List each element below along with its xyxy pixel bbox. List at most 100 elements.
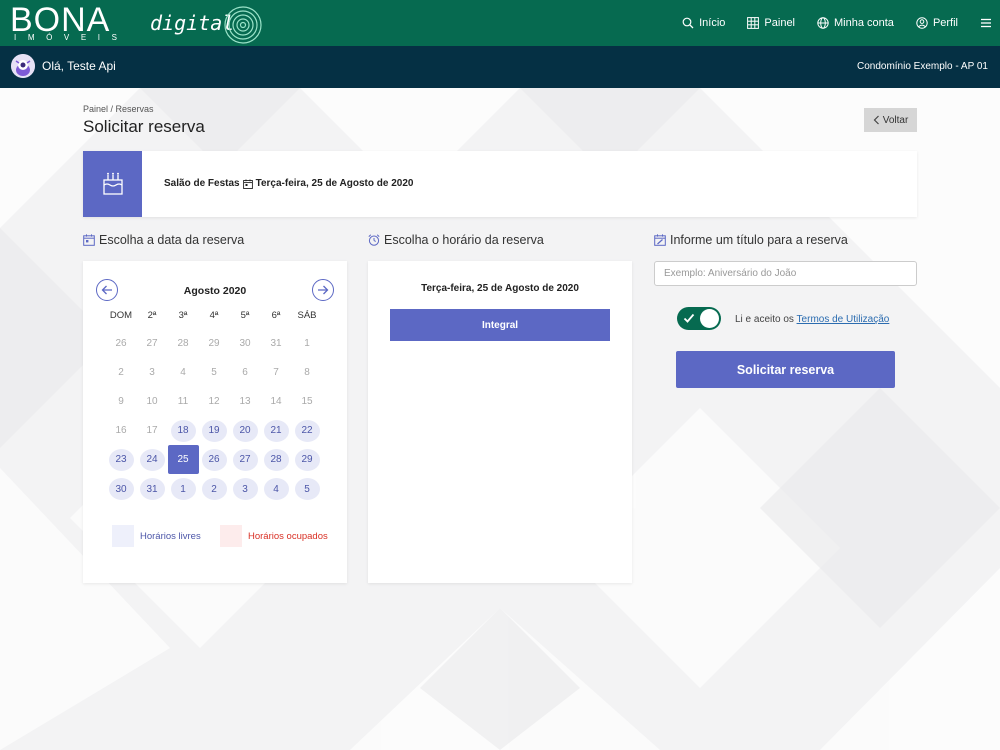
alarm-clock-icon bbox=[368, 234, 380, 246]
summary-icon-box bbox=[83, 151, 142, 217]
nav-item-inicio[interactable]: Início bbox=[682, 17, 725, 29]
calendar-day: 11 bbox=[177, 395, 189, 407]
calendar-day: 7 bbox=[273, 366, 279, 378]
calendar-day: 3 bbox=[149, 366, 155, 378]
calendar-day[interactable]: 18 bbox=[170, 419, 196, 442]
nav-label: Painel bbox=[764, 17, 795, 29]
submit-reservation-button[interactable]: Solicitar reserva bbox=[676, 351, 895, 388]
search-icon bbox=[682, 17, 694, 29]
title-heading: Informe um título para a reserva bbox=[654, 233, 848, 247]
calendar-day[interactable]: 21 bbox=[263, 419, 289, 442]
user-bar: Olá, Teste Api Condomínio Exemplo - AP 0… bbox=[0, 46, 1000, 88]
calendar-day[interactable]: 27 bbox=[232, 448, 258, 471]
time-date: Terça-feira, 25 de Agosto de 2020 bbox=[421, 283, 579, 294]
back-button[interactable]: Voltar bbox=[864, 108, 917, 132]
main-nav: Início Painel Minha conta Perfil bbox=[682, 0, 992, 46]
calendar-month: Agosto 2020 bbox=[183, 285, 247, 297]
weekday-label: 6ª bbox=[271, 310, 281, 321]
calendar-heading: Escolha a data da reserva bbox=[83, 233, 244, 247]
terms-toggle[interactable] bbox=[677, 307, 721, 330]
reservation-title-input[interactable] bbox=[654, 261, 917, 286]
avatar-icon bbox=[11, 54, 35, 78]
calendar-day[interactable]: 22 bbox=[294, 419, 320, 442]
calendar-card: Agosto 2020 DOM 2ª 3ª 4ª 5ª 6ª SÁB 26 27 28 29 30 3… bbox=[83, 261, 347, 583]
calendar-day: 27 bbox=[146, 337, 158, 349]
legend-free: Horários livres bbox=[112, 525, 201, 547]
arrow-right-icon bbox=[318, 285, 329, 295]
calendar-day: 1 bbox=[304, 337, 310, 349]
calendar-day-selected[interactable]: 25 bbox=[167, 445, 199, 475]
back-label: Voltar bbox=[882, 114, 909, 126]
user-greeting: Olá, Teste Api bbox=[42, 59, 116, 73]
hamburger-icon[interactable] bbox=[980, 17, 992, 29]
calendar-day: 9 bbox=[118, 395, 124, 407]
toggle-knob bbox=[700, 309, 719, 328]
calendar-day: 14 bbox=[270, 395, 282, 407]
page-title: Solicitar reserva bbox=[83, 117, 205, 136]
calendar-day: 30 bbox=[239, 337, 251, 349]
calendar-day[interactable]: 1 bbox=[170, 478, 196, 500]
calendar-day: 26 bbox=[115, 337, 127, 349]
nav-item-perfil[interactable]: Perfil bbox=[916, 17, 958, 29]
logo-subtext: IMÓVEIS bbox=[14, 33, 129, 42]
check-icon bbox=[683, 313, 695, 323]
calendar-day[interactable]: 24 bbox=[139, 448, 165, 471]
calendar-day[interactable]: 3 bbox=[232, 478, 258, 500]
globe-icon bbox=[817, 17, 829, 29]
next-month-button[interactable] bbox=[312, 279, 334, 301]
calendar-day[interactable]: 26 bbox=[201, 448, 227, 471]
logo-rings-icon bbox=[224, 6, 262, 44]
user-icon bbox=[916, 17, 928, 29]
legend-busy-swatch bbox=[220, 525, 242, 547]
calendar-heading-text: Escolha a data da reserva bbox=[99, 233, 245, 247]
calendar-day: 6 bbox=[242, 366, 248, 378]
calendar-day[interactable]: 2 bbox=[201, 478, 227, 500]
weekday-label: SÁB bbox=[297, 310, 317, 321]
grid-icon bbox=[747, 17, 760, 29]
calendar-day: 15 bbox=[301, 395, 313, 407]
breadcrumb[interactable]: Painel / Reservas bbox=[83, 104, 154, 114]
terms-link[interactable]: Termos de Utilização bbox=[797, 314, 890, 325]
avatar[interactable] bbox=[11, 54, 35, 78]
calendar-day[interactable]: 29 bbox=[294, 448, 320, 471]
nav-label: Minha conta bbox=[834, 17, 894, 29]
weekday-label: 5ª bbox=[240, 310, 250, 321]
calendar-day: 17 bbox=[146, 425, 158, 437]
reservation-summary: Salão de Festas Terça-feira, 25 de Agost… bbox=[83, 151, 917, 217]
calendar-day: 28 bbox=[177, 337, 189, 349]
weekday-label: DOM bbox=[109, 310, 133, 321]
time-slot-integral[interactable]: Integral bbox=[390, 309, 610, 341]
calendar-day[interactable]: 28 bbox=[263, 448, 289, 471]
calendar-day: 31 bbox=[270, 337, 282, 349]
calendar-day[interactable]: 5 bbox=[294, 478, 320, 500]
terms-prefix: Li e aceito os bbox=[735, 314, 794, 325]
calendar-day[interactable]: 31 bbox=[139, 478, 165, 500]
edit-calendar-icon bbox=[654, 234, 666, 246]
title-heading-text: Informe um título para a reserva bbox=[670, 233, 848, 247]
calendar-day[interactable]: 4 bbox=[263, 478, 289, 500]
time-heading-text: Escolha o horário da reserva bbox=[384, 233, 544, 247]
brand-logo[interactable]: BONA IMÓVEIS digital bbox=[10, 1, 262, 44]
terms-text: Li e aceito os Termos de Utilização bbox=[735, 314, 889, 325]
legend-free-swatch bbox=[112, 525, 134, 547]
condominium-selector[interactable]: Condomínio Exemplo - AP 01 bbox=[857, 61, 988, 72]
legend-busy: Horários ocupados bbox=[220, 525, 328, 547]
calendar-icon bbox=[83, 234, 95, 246]
calendar-day[interactable]: 23 bbox=[108, 448, 134, 471]
calendar-day[interactable]: 30 bbox=[108, 478, 134, 500]
top-header: BONA IMÓVEIS digital Início Painel Minha… bbox=[0, 0, 1000, 46]
legend-free-label: Horários livres bbox=[140, 530, 201, 542]
nav-item-minha-conta[interactable]: Minha conta bbox=[817, 17, 894, 29]
time-card: Terça-feira, 25 de Agosto de 2020 Integr… bbox=[368, 261, 632, 583]
calendar-day: 16 bbox=[115, 425, 127, 437]
nav-item-painel[interactable]: Painel bbox=[747, 17, 795, 29]
time-heading: Escolha o horário da reserva bbox=[368, 233, 544, 247]
main-content: Painel / Reservas Solicitar reserva Volt… bbox=[0, 88, 1000, 750]
calendar-day[interactable]: 20 bbox=[232, 419, 258, 442]
nav-label: Início bbox=[699, 17, 726, 29]
calendar-day[interactable]: 19 bbox=[201, 419, 227, 442]
weekday-label: 4ª bbox=[209, 310, 219, 321]
calendar-day: 2 bbox=[118, 366, 124, 378]
weekday-label: 3ª bbox=[178, 310, 188, 321]
weekday-row: DOM 2ª 3ª 4ª 5ª 6ª SÁB bbox=[105, 310, 322, 322]
